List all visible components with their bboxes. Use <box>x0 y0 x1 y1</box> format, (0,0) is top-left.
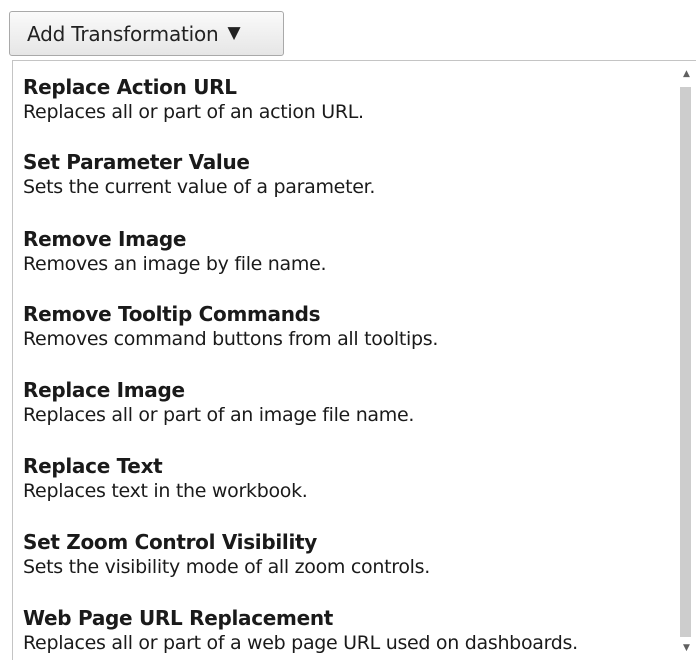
menu-item-description: Replaces all or part of an image file na… <box>23 404 415 426</box>
menu-item-title: Replace Text <box>23 454 163 478</box>
menu-item-title: Set Zoom Control Visibility <box>23 530 318 554</box>
menu-item-title: Replace Action URL <box>23 75 237 99</box>
menu-item-description: Removes an image by file name. <box>23 253 327 275</box>
transformation-list: Replace Action URL Replaces all or part … <box>13 61 673 660</box>
scroll-down-arrow-icon[interactable]: ▼ <box>676 639 696 657</box>
scroll-up-arrow-icon[interactable]: ▲ <box>676 65 696 83</box>
menu-item-title: Replace Image <box>23 378 185 402</box>
menu-item-description: Replaces all or part of an action URL. <box>23 101 364 123</box>
menu-item-title: Remove Image <box>23 227 187 251</box>
menu-item-replace-action-url[interactable]: Replace Action URL Replaces all or part … <box>23 75 673 124</box>
caret-down-icon: ▼ <box>227 23 241 43</box>
menu-item-title: Web Page URL Replacement <box>23 606 334 630</box>
menu-item-set-zoom-control-visibility[interactable]: Set Zoom Control Visibility Sets the vis… <box>23 530 673 579</box>
vertical-scrollbar[interactable]: ▲ ▼ <box>676 61 696 660</box>
menu-item-description: Sets the current value of a parameter. <box>23 176 376 198</box>
add-transformation-button[interactable]: Add Transformation ▼ <box>9 11 284 56</box>
menu-item-replace-text[interactable]: Replace Text Replaces text in the workbo… <box>23 454 673 503</box>
menu-item-description: Replaces text in the workbook. <box>23 480 308 502</box>
menu-item-web-page-url-replacement[interactable]: Web Page URL Replacement Replaces all or… <box>23 606 673 655</box>
menu-item-description: Removes command buttons from all tooltip… <box>23 328 439 350</box>
menu-item-description: Sets the visibility mode of all zoom con… <box>23 556 430 578</box>
menu-item-remove-tooltip-commands[interactable]: Remove Tooltip Commands Removes command … <box>23 302 673 351</box>
add-transformation-label: Add Transformation <box>27 21 219 46</box>
menu-item-set-parameter-value[interactable]: Set Parameter Value Sets the current val… <box>23 150 673 199</box>
menu-item-title: Remove Tooltip Commands <box>23 302 321 326</box>
scrollbar-thumb[interactable] <box>680 87 691 637</box>
menu-item-title: Set Parameter Value <box>23 150 250 174</box>
menu-item-remove-image[interactable]: Remove Image Removes an image by file na… <box>23 227 673 276</box>
menu-item-replace-image[interactable]: Replace Image Replaces all or part of an… <box>23 378 673 427</box>
transformation-menu: Replace Action URL Replaces all or part … <box>12 60 696 660</box>
menu-item-description: Replaces all or part of a web page URL u… <box>23 632 578 654</box>
